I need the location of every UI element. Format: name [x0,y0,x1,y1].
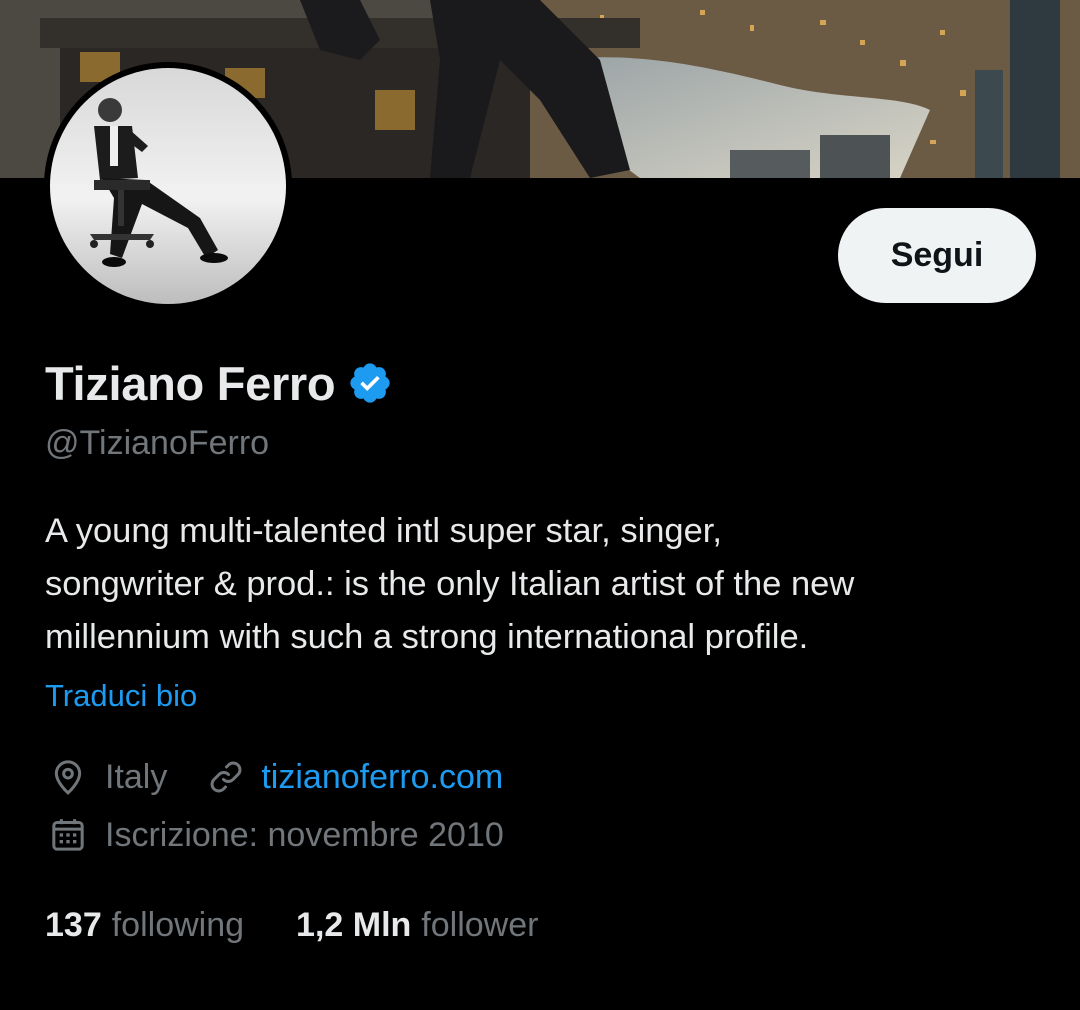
followers-count: 1,2 Mln [296,905,412,944]
calendar-icon [45,812,91,858]
location-text: Italy [105,757,168,796]
bio-line: A young multi-talented intl super star, … [45,512,722,550]
verified-badge-icon[interactable] [347,360,393,406]
avatar[interactable] [44,62,292,310]
location-pin-icon [45,754,91,800]
following-label: following [111,905,245,944]
profile-handle: @TizianoFerro [45,424,270,462]
bio-line: millennium with such a strong internatio… [45,618,809,656]
following-count: 137 [45,905,102,944]
name-row: Tiziano Ferro [45,350,393,416]
profile-meta-location-website: Italy tizianoferro.com [45,752,503,802]
profile-bio: A young multi-talented intl super star, … [45,505,1035,664]
followers-stat[interactable]: 1,2 Mln follower [296,906,538,945]
website-link[interactable]: tizianoferro.com [261,758,503,797]
bio-line: songwriter & prod.: is the only Italian … [45,565,855,603]
join-date-text: Iscrizione: novembre 2010 [105,815,504,854]
translate-bio-link[interactable]: Traduci bio [45,678,197,714]
avatar-image [50,68,286,304]
profile-meta-joined: Iscrizione: novembre 2010 [45,810,540,860]
link-icon [203,754,249,800]
follow-button[interactable]: Segui [838,208,1036,303]
profile-stats: 137 following 1,2 Mln follower [45,900,538,950]
display-name: Tiziano Ferro [45,356,336,410]
followers-label: follower [421,905,539,944]
following-stat[interactable]: 137 following [45,906,244,945]
